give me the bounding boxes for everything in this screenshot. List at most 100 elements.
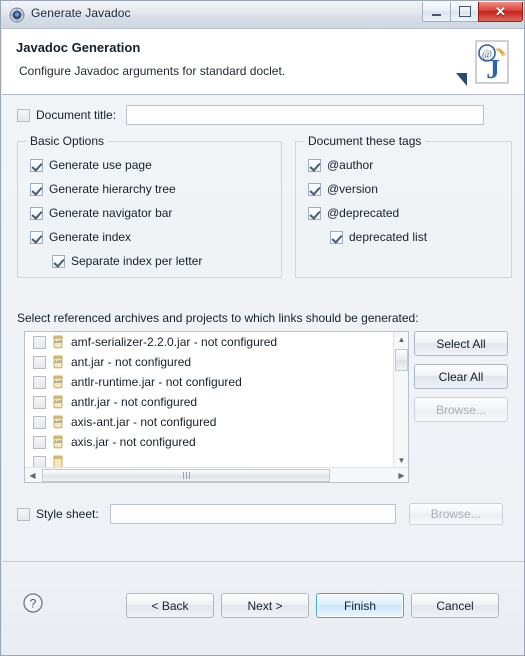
list-horizontal-scrollbar[interactable]: ◀ ▶ [25,467,408,482]
svg-text:?: ? [30,597,37,611]
scroll-down-icon[interactable]: ▼ [394,453,408,468]
jar-icon: JAR [51,435,66,449]
jar-icon: JAR [51,355,66,369]
archives-label: Select referenced archives and projects … [17,311,419,325]
list-item-label: axis.jar - not configured [71,435,196,449]
cancel-button[interactable]: Cancel [411,593,499,618]
archives-list[interactable]: JAR amf-serializer-2.2.0.jar - not confi… [24,331,409,483]
scroll-right-icon[interactable]: ▶ [394,468,408,482]
list-item-label: amf-serializer-2.2.0.jar - not configure… [71,335,278,349]
style-sheet-checkbox[interactable] [17,507,30,521]
option-label: @version [327,182,378,196]
document-tags-group: Document these tags @author @version @de… [295,134,512,278]
minimize-button[interactable] [422,2,451,22]
list-item-partial[interactable] [25,452,394,468]
finish-button[interactable]: Finish [316,593,404,618]
list-item[interactable]: JAR ant.jar - not configured [25,352,394,372]
checkbox[interactable] [330,230,343,244]
style-sheet-label: Style sheet: [36,507,99,521]
checkbox[interactable] [33,375,46,389]
jar-icon: JAR [51,335,66,349]
checkbox[interactable] [308,206,321,220]
browse-style-sheet-button[interactable]: Browse... [408,503,503,525]
horizontal-scroll-thumb[interactable] [42,469,330,482]
next-button[interactable]: Next > [221,593,309,618]
minimize-icon [423,2,450,21]
basic-options-group: Basic Options Generate use page Generate… [17,134,282,278]
jar-icon: JAR [51,375,66,389]
option-generate-index[interactable]: Generate index [30,230,202,244]
help-icon[interactable]: ? [22,592,44,614]
javadoc-banner-icon: @ J [467,37,517,87]
back-button[interactable]: < Back [126,593,214,618]
list-item-label: antlr-runtime.jar - not configured [71,375,242,389]
option-generate-navigator-bar[interactable]: Generate navigator bar [30,206,202,220]
page-subtitle: Configure Javadoc arguments for standard… [19,64,286,78]
checkbox[interactable] [308,158,321,172]
checkbox[interactable] [30,158,43,172]
document-tags-legend: Document these tags [304,134,426,148]
option-separate-index-per-letter[interactable]: Separate index per letter [52,254,202,268]
wizard-header: Javadoc Generation Configure Javadoc arg… [2,29,524,95]
list-item-label: antlr.jar - not configured [71,395,198,409]
window-controls: ✕ [422,2,523,23]
document-title-input[interactable] [126,105,485,125]
document-title-label: Document title: [36,108,117,122]
close-button[interactable]: ✕ [478,2,523,22]
option-tag-version[interactable]: @version [308,182,427,196]
option-label: @author [327,158,374,172]
document-title-checkbox[interactable] [17,108,30,122]
option-tag-author[interactable]: @author [308,158,427,172]
checkbox[interactable] [30,230,43,244]
checkbox[interactable] [308,182,321,196]
archives-side-buttons: Select All Clear All Browse... [414,331,508,422]
browse-archives-button[interactable]: Browse... [414,397,508,422]
svg-text:JAR: JAR [54,359,62,364]
svg-text:J: J [486,54,500,84]
generate-javadoc-dialog: Generate Javadoc ✕ Javadoc Generation Co… [0,0,525,656]
option-generate-use-page[interactable]: Generate use page [30,158,202,172]
maximize-icon [451,2,478,21]
checkbox[interactable] [30,182,43,196]
checkbox[interactable] [33,435,46,449]
option-generate-hierarchy-tree[interactable]: Generate hierarchy tree [30,182,202,196]
svg-text:JAR: JAR [54,379,62,384]
svg-text:JAR: JAR [54,339,62,344]
select-all-button[interactable]: Select All [414,331,508,356]
svg-text:JAR: JAR [54,399,62,404]
checkbox[interactable] [52,254,65,268]
jar-icon: JAR [51,415,66,429]
title-bar: Generate Javadoc ✕ [1,1,524,29]
banner-arrow-icon [456,73,467,86]
basic-options-items: Generate use page Generate hierarchy tre… [30,158,202,268]
option-deprecated-list[interactable]: deprecated list [330,230,427,244]
list-item[interactable]: JAR amf-serializer-2.2.0.jar - not confi… [25,332,394,352]
basic-options-legend: Basic Options [26,134,109,148]
svg-text:JAR: JAR [54,419,62,424]
option-label: Generate index [49,230,132,244]
checkbox[interactable] [33,415,46,429]
svg-text:JAR: JAR [54,439,62,444]
checkbox[interactable] [33,355,46,369]
clear-all-button[interactable]: Clear All [414,364,508,389]
javadoc-wizard-icon [9,7,25,23]
checkbox[interactable] [33,335,46,349]
maximize-button[interactable] [450,2,479,22]
vertical-scroll-thumb[interactable] [395,349,408,371]
checkbox[interactable] [33,395,46,409]
list-item[interactable]: JAR axis.jar - not configured [25,432,394,452]
list-item[interactable]: JAR antlr.jar - not configured [25,392,394,412]
option-label: Separate index per letter [71,254,203,268]
list-item[interactable]: JAR axis-ant.jar - not configured [25,412,394,432]
archives-list-rows: JAR amf-serializer-2.2.0.jar - not confi… [25,332,394,468]
option-tag-deprecated[interactable]: @deprecated [308,206,427,220]
window-title: Generate Javadoc [31,6,131,20]
style-sheet-input[interactable] [109,504,396,524]
option-label: deprecated list [349,230,428,244]
checkbox[interactable] [30,206,43,220]
list-item[interactable]: JAR antlr-runtime.jar - not configured [25,372,394,392]
scroll-up-icon[interactable]: ▲ [394,332,408,347]
list-vertical-scrollbar[interactable]: ▲ ▼ [393,332,408,468]
close-icon: ✕ [495,3,506,19]
scroll-left-icon[interactable]: ◀ [25,468,40,482]
